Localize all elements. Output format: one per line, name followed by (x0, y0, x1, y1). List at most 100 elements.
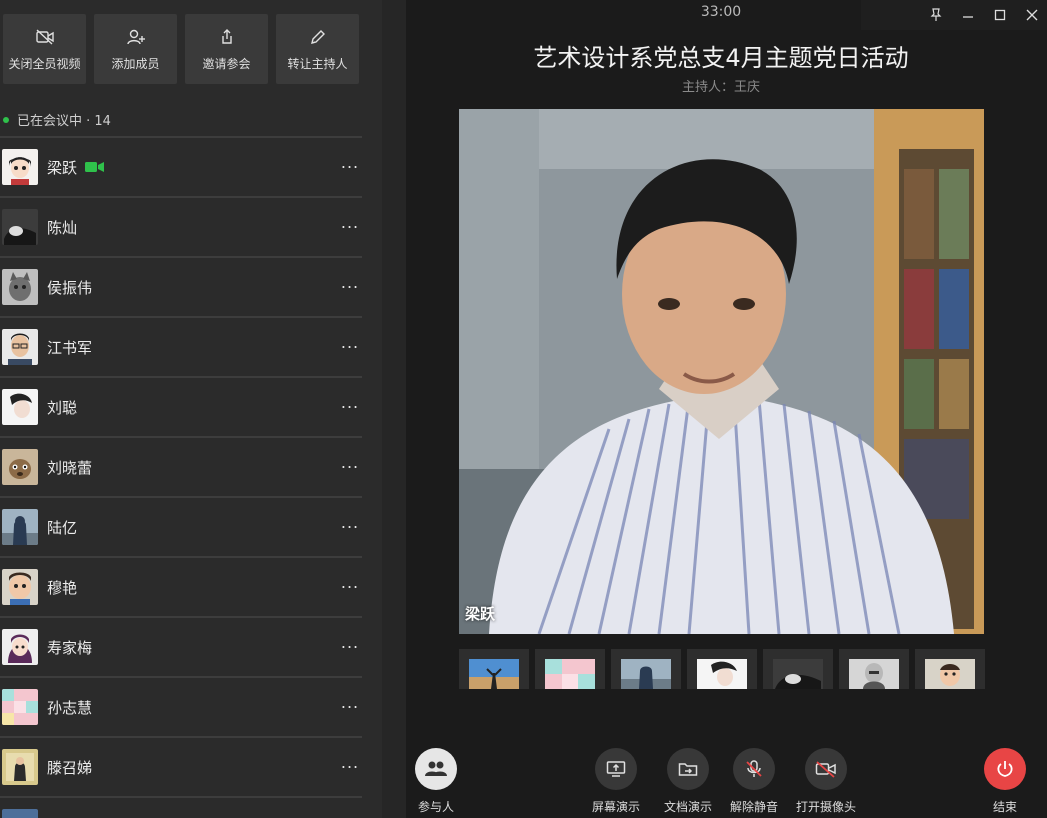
member-more-button[interactable]: ··· (338, 518, 362, 537)
list-item[interactable]: 梁跃 ··· (0, 136, 362, 196)
list-item[interactable]: 侯振伟 ··· (0, 256, 362, 316)
member-more-button[interactable]: ··· (338, 218, 362, 237)
control-bar: 参与人 屏幕演示 文档演示 解除静音 打开摄像头 结束 (406, 740, 1047, 818)
avatar (2, 209, 38, 245)
member-more-button[interactable]: ··· (338, 398, 362, 417)
speaker-label: 梁跃 (465, 605, 496, 623)
video-thumbnail[interactable] (915, 649, 985, 689)
avatar (2, 749, 38, 785)
member-name: 江书军 (47, 338, 93, 357)
camera-on-button[interactable]: 打开摄像头 (796, 748, 856, 815)
member-more-button[interactable]: ··· (338, 158, 362, 177)
participants-circle (415, 748, 457, 790)
member-name: 穆艳 (47, 578, 78, 597)
member-more-button[interactable]: ··· (338, 758, 362, 777)
share-icon (221, 28, 232, 44)
member-name: 滕召娣 (47, 758, 93, 777)
doc-share-button[interactable]: 文档演示 (664, 748, 712, 815)
main-video[interactable]: 梁跃 (459, 109, 984, 634)
doc-share-circle (667, 748, 709, 790)
thumbnail-image (469, 659, 519, 689)
member-name: 陈灿 (47, 218, 78, 237)
mic-muted-icon (746, 760, 762, 777)
video-thumbnail[interactable] (611, 649, 681, 689)
add-member-button[interactable]: 添加成员 (94, 14, 177, 84)
member-name: 寿家梅 (47, 638, 93, 657)
invite-label: 邀请参会 (202, 56, 251, 71)
transfer-host-button[interactable]: 转让主持人 (276, 14, 359, 84)
video-thumbnail[interactable] (535, 649, 605, 689)
speaker-video-frame (459, 109, 984, 634)
list-item[interactable]: 孙志慧 ··· (0, 676, 362, 736)
member-name: 陆亿 (47, 518, 78, 537)
avatar (2, 689, 38, 725)
meeting-timer: 33:00 (700, 4, 742, 20)
meeting-status-text: 已在会议中 · 14 (17, 114, 111, 129)
avatar (2, 509, 38, 545)
list-item[interactable]: 陆亿 ··· (0, 496, 362, 556)
doc-share-label: 文档演示 (664, 800, 713, 814)
thumbnail-strip (459, 649, 985, 689)
screen-share-icon (606, 761, 626, 777)
list-item[interactable]: 江书军 ··· (0, 316, 362, 376)
screen-share-circle (595, 748, 637, 790)
unmute-button[interactable]: 解除静音 (730, 748, 778, 815)
member-more-button[interactable]: ··· (338, 578, 362, 597)
meeting-title: 艺术设计系党总支4月主题党日活动 (533, 44, 909, 72)
member-more-button[interactable]: ··· (338, 698, 362, 717)
host-toolbar: 关闭全员视频 添加成员 邀请参会 转让主持人 (3, 14, 359, 84)
list-item[interactable]: 穆艳 ··· (0, 556, 362, 616)
online-dot-icon (3, 116, 9, 123)
avatar (2, 389, 38, 425)
panel-splitter[interactable] (382, 0, 406, 818)
camera-off-icon (815, 761, 836, 778)
member-name: 侯振伟 (47, 278, 93, 297)
member-more-button[interactable]: ··· (338, 278, 362, 297)
member-name: 刘聪 (47, 398, 78, 417)
video-thumbnail[interactable] (839, 649, 909, 689)
avatar (2, 149, 38, 185)
transfer-host-label: 转让主持人 (287, 56, 348, 71)
screen-share-button[interactable]: 屏幕演示 (592, 748, 640, 815)
member-more-button[interactable]: ··· (338, 458, 362, 477)
member-more-button[interactable]: ··· (338, 338, 362, 357)
list-item[interactable]: 寿家梅 ··· (0, 616, 362, 676)
end-meeting-button[interactable]: 结束 (984, 748, 1026, 815)
camera-on-label: 打开摄像头 (796, 800, 857, 814)
list-item[interactable] (0, 796, 362, 818)
thumbnail-image (849, 659, 899, 689)
avatar (2, 269, 38, 305)
add-member-label: 添加成员 (111, 56, 160, 71)
member-name: 梁跃 (47, 158, 78, 177)
member-name: 孙志慧 (47, 698, 93, 717)
video-thumbnail[interactable] (687, 649, 757, 689)
video-thumbnail[interactable] (459, 649, 529, 689)
disable-all-video-button[interactable]: 关闭全员视频 (3, 14, 86, 84)
list-item[interactable]: 滕召娣 ··· (0, 736, 362, 796)
people-icon (425, 761, 447, 776)
camera-on-circle (805, 748, 847, 790)
thumbnail-image (925, 659, 975, 689)
participants-button[interactable]: 参与人 (415, 748, 457, 815)
invite-button[interactable]: 邀请参会 (185, 14, 268, 84)
avatar (2, 449, 38, 485)
list-item[interactable]: 刘晓蕾 ··· (0, 436, 362, 496)
meeting-main: 33:00 艺术设计系党总支4月主题党日活动 主持人：王庆 梁跃 参与人 屏幕演… (406, 0, 1047, 818)
list-item[interactable]: 刘聪 ··· (0, 376, 362, 436)
thumbnail-image (621, 659, 671, 689)
folder-share-icon (678, 763, 698, 776)
unmute-label: 解除静音 (730, 800, 779, 814)
participant-sidebar: 关闭全员视频 添加成员 邀请参会 转让主持人 已在会议中 · 14 梁跃 ···… (0, 0, 382, 818)
pen-icon (310, 29, 325, 44)
member-more-button[interactable]: ··· (338, 638, 362, 657)
video-thumbnail[interactable] (763, 649, 833, 689)
avatar (2, 329, 38, 365)
camera-on-icon (85, 161, 105, 173)
list-item[interactable]: 陈灿 ··· (0, 196, 362, 256)
end-meeting-label: 结束 (992, 800, 1017, 814)
unmute-circle (733, 748, 775, 790)
add-user-icon (126, 29, 145, 44)
disable-all-video-label: 关闭全员视频 (8, 56, 81, 71)
member-list: 梁跃 ··· 陈灿 ··· 侯振伟 ··· 江书军 ··· 刘聪 ··· 刘晓蕾… (0, 136, 362, 818)
meeting-status: 已在会议中 · 14 (3, 110, 111, 129)
